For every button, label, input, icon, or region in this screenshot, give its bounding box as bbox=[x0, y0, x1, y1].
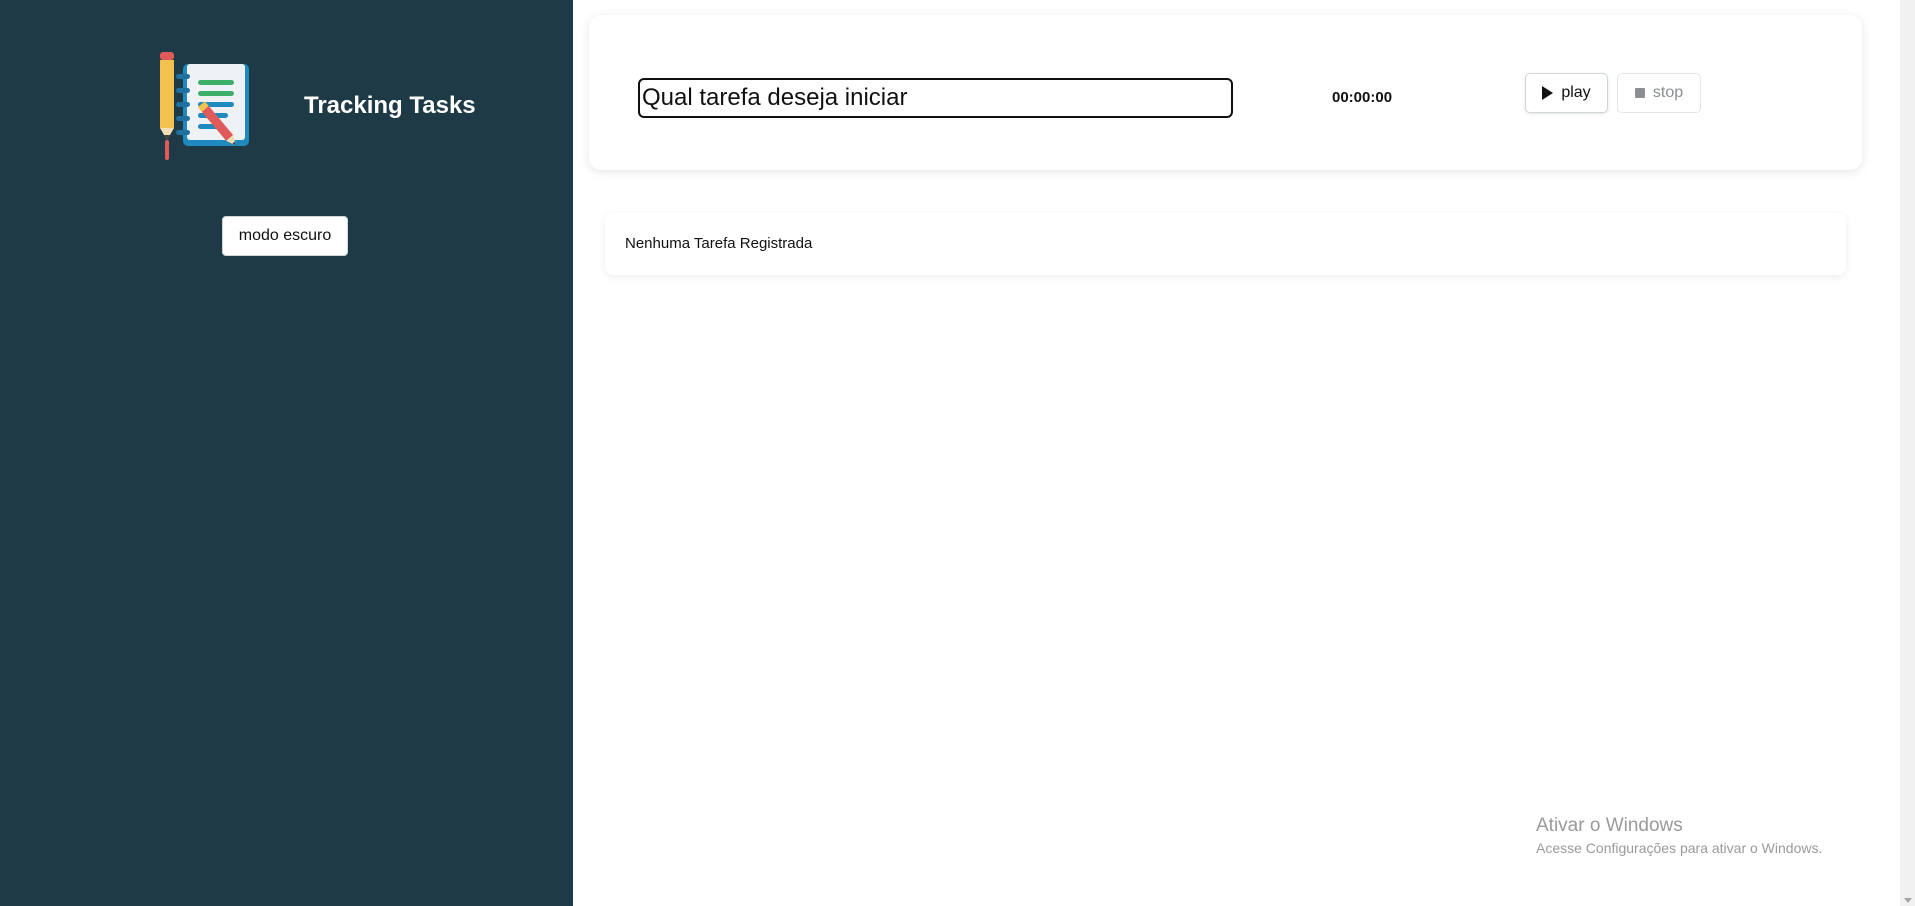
scroll-down-arrow-icon[interactable] bbox=[1904, 898, 1912, 903]
timer-card: 00:00:00 play stop bbox=[589, 15, 1862, 170]
play-button[interactable]: play bbox=[1525, 73, 1608, 113]
app-root: Tracking Tasks modo escuro 00:00:00 play… bbox=[0, 0, 1915, 906]
empty-task-message: Nenhuma Tarefa Registrada bbox=[625, 235, 813, 252]
app-title: Tracking Tasks bbox=[304, 92, 476, 119]
task-input[interactable] bbox=[638, 78, 1233, 118]
notebook-pencil-icon bbox=[153, 48, 253, 163]
main-content: 00:00:00 play stop Nenhuma Tarefa Regist… bbox=[573, 0, 1900, 906]
stop-button-label: stop bbox=[1652, 84, 1684, 101]
vertical-scrollbar[interactable] bbox=[1900, 0, 1915, 906]
task-list: Nenhuma Tarefa Registrada bbox=[605, 213, 1846, 275]
sidebar: Tracking Tasks modo escuro bbox=[0, 0, 573, 906]
play-button-label: play bbox=[1561, 84, 1591, 101]
dark-mode-toggle-button[interactable]: modo escuro bbox=[222, 216, 348, 256]
stop-button[interactable]: stop bbox=[1617, 73, 1701, 113]
timer-display: 00:00:00 bbox=[1332, 89, 1393, 106]
play-icon bbox=[1542, 86, 1554, 100]
stop-icon bbox=[1634, 88, 1645, 98]
